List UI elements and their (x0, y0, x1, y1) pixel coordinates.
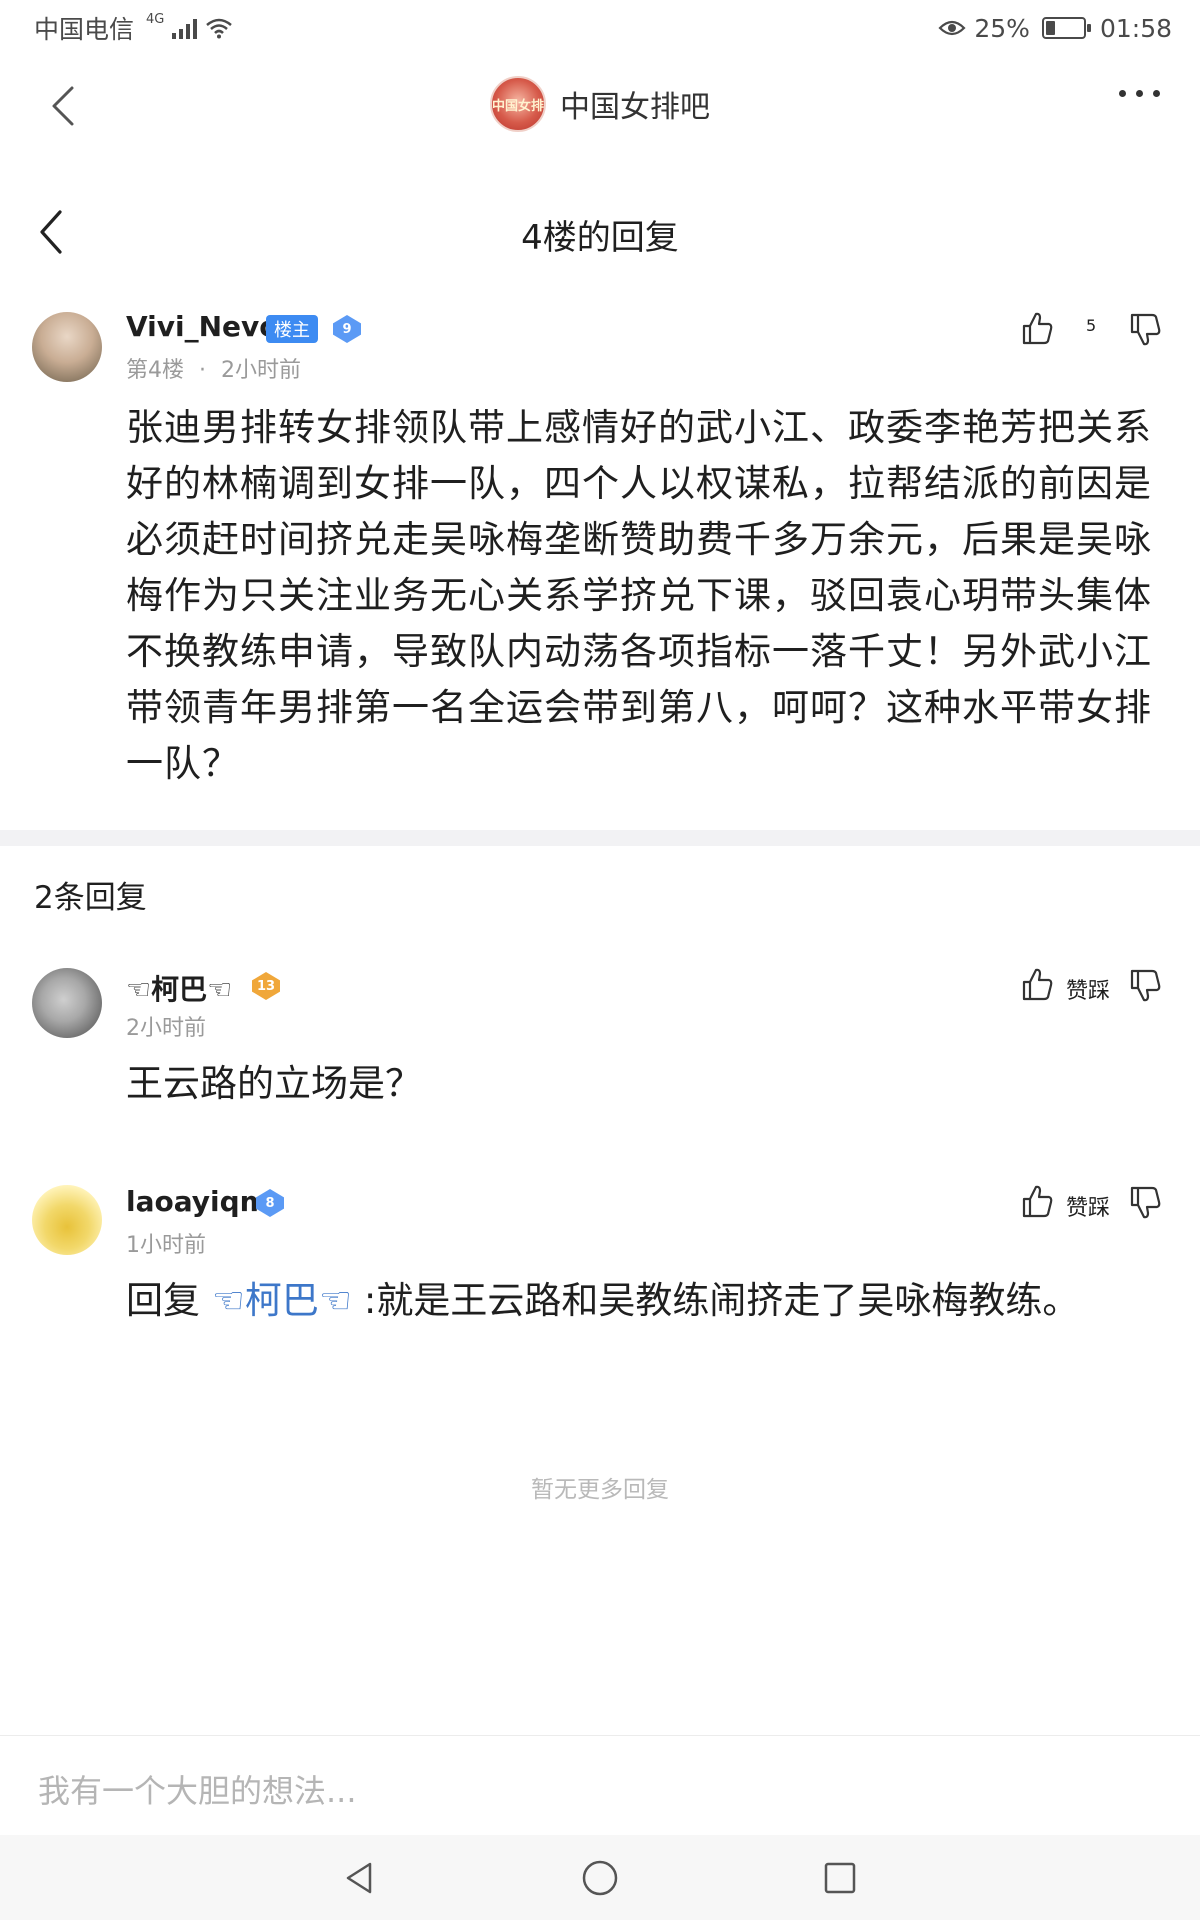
thumbs-up-icon (1022, 968, 1053, 1001)
reply-username[interactable]: laoayiqm (126, 1185, 269, 1218)
no-more-replies: 暂无更多回复 (531, 1477, 669, 1503)
vote-label: 赞踩 (1066, 1196, 1111, 1221)
forum-avatar: 中国女排 (490, 76, 546, 132)
network-type: 4G (146, 11, 165, 27)
like-button[interactable] (1020, 310, 1054, 346)
dislike-button[interactable] (1128, 1185, 1162, 1221)
thumbs-up-icon (1022, 312, 1053, 345)
reply-body: 王云路的立场是？ (126, 1062, 422, 1105)
reply-input[interactable]: 我有一个大胆的想法... (38, 1766, 357, 1812)
avatar[interactable] (32, 968, 102, 1038)
mention-link[interactable]: ☜柯巴☜ (212, 1279, 352, 1322)
status-left: 中国电信 4G (34, 10, 233, 46)
op-badge: 楼主 (266, 315, 318, 343)
reply-count: 2条回复 (34, 880, 147, 916)
clock: 01:58 (1099, 13, 1172, 43)
thumbs-down-icon (1130, 1186, 1161, 1219)
floor-number: 第4楼 (126, 358, 184, 383)
thumbs-down-icon (1130, 313, 1161, 346)
reply-username[interactable]: ☜柯巴☜ (126, 968, 232, 1008)
reply-input-bar[interactable]: 我有一个大胆的想法... (0, 1735, 1200, 1835)
forum-title: 中国女排吧 (560, 90, 710, 125)
eye-icon (938, 20, 966, 36)
nav-back-icon[interactable] (340, 1858, 380, 1898)
post-meta: 第4楼 · 2小时前 (126, 352, 301, 384)
signal-icon (172, 17, 198, 39)
page-title: 4楼的回复 (521, 218, 679, 258)
thumbs-down-icon (1130, 969, 1161, 1002)
like-count: 5 (1086, 316, 1097, 335)
battery-fill (1045, 21, 1055, 35)
carrier-label: 中国电信 (34, 15, 135, 44)
battery-icon (1041, 17, 1091, 39)
dislike-button[interactable] (1128, 312, 1162, 348)
system-nav-bar (0, 1835, 1200, 1920)
nav-recents-icon[interactable] (820, 1858, 860, 1898)
status-right: 25% 01:58 (938, 14, 1172, 43)
post-time: 2小时前 (221, 358, 301, 383)
avatar[interactable] (32, 312, 102, 382)
top-bar: 中国女排 中国女排吧 (0, 56, 1200, 156)
vote-label: 赞踩 (1066, 979, 1111, 1004)
forum-header[interactable]: 中国女排 中国女排吧 (0, 76, 1200, 132)
forum-avatar-text: 中国女排 (492, 98, 545, 114)
meta-separator: · (199, 358, 206, 383)
wifi-icon (206, 18, 233, 39)
reply-time: 1小时前 (126, 1233, 206, 1258)
sub-header: 4楼的回复 (0, 186, 1200, 276)
level-badge: 13 (252, 972, 280, 1000)
avatar[interactable] (32, 1185, 102, 1255)
reply-body: 回复 ☜柯巴☜ :就是王云路和吴教练闹挤走了吴咏梅教练。 (126, 1273, 1156, 1329)
section-divider (0, 830, 1200, 846)
status-bar: 中国电信 4G 25% 01:58 (0, 0, 1200, 56)
battery-percent: 25% (974, 13, 1030, 43)
like-button[interactable] (1020, 966, 1054, 1002)
reply-prefix: 回复 (126, 1279, 200, 1322)
post-username[interactable]: Vivi_Nevo (126, 310, 279, 343)
reply-time: 2小时前 (126, 1016, 206, 1041)
reply-text: :就是王云路和吴教练闹挤走了吴咏梅教练。 (352, 1279, 1080, 1322)
level-badge: 9 (333, 315, 361, 343)
thumbs-up-icon (1022, 1185, 1053, 1218)
like-button[interactable] (1020, 1183, 1054, 1219)
more-icon[interactable] (1119, 90, 1160, 97)
post-body: 张迪男排转女排领队带上感情好的武小江、政委李艳芳把关系好的林楠调到女排一队，四个… (126, 406, 1152, 785)
dislike-button[interactable] (1128, 968, 1162, 1004)
nav-home-icon[interactable] (580, 1858, 620, 1898)
